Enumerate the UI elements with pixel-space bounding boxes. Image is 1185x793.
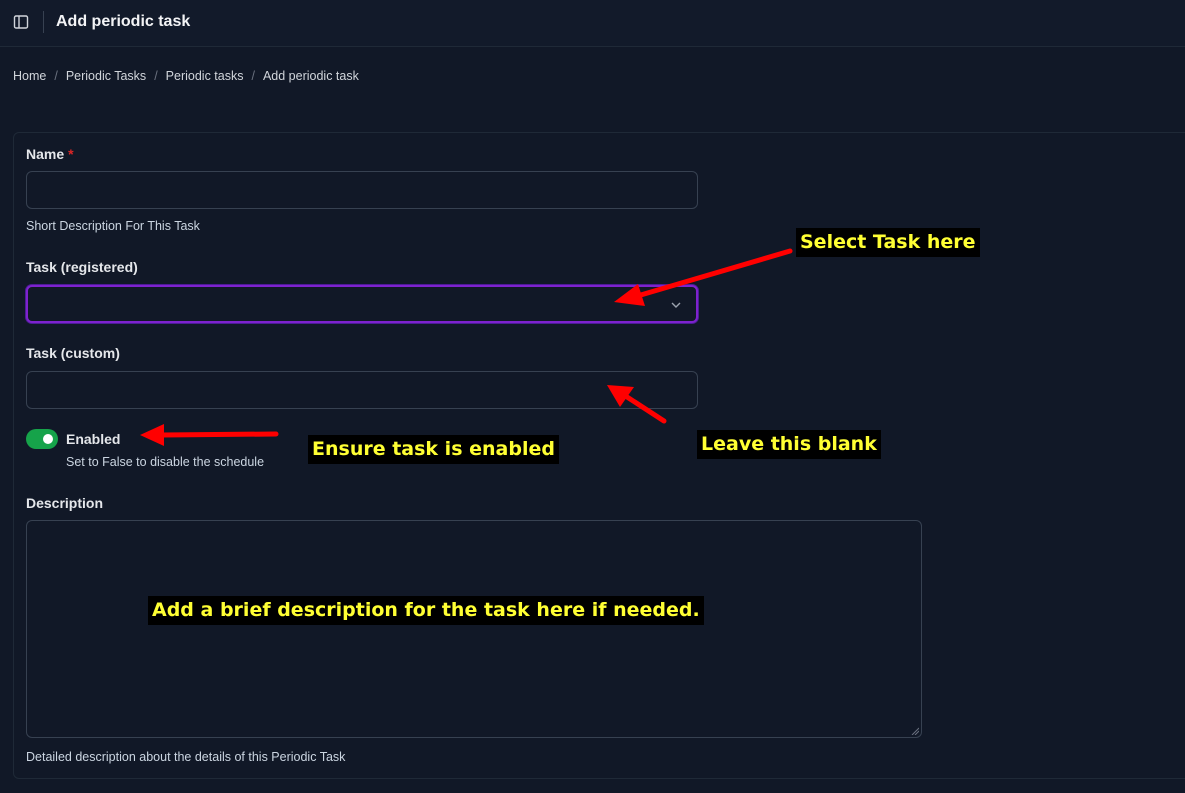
breadcrumb-separator: / xyxy=(54,69,58,83)
breadcrumb-periodic-tasks-list[interactable]: Periodic tasks xyxy=(166,69,244,83)
breadcrumb: Home / Periodic Tasks / Periodic tasks /… xyxy=(13,69,359,83)
description-label: Description xyxy=(26,495,104,511)
enabled-toggle[interactable] xyxy=(26,429,58,449)
breadcrumb-current: Add periodic task xyxy=(262,69,359,83)
breadcrumb-separator: / xyxy=(251,69,255,83)
annotation-ensure-enabled: Ensure task is enabled xyxy=(308,435,559,464)
annotation-description-hint: Add a brief description for the task her… xyxy=(148,596,704,625)
breadcrumb-home[interactable]: Home xyxy=(13,69,46,83)
chevron-down-icon xyxy=(671,302,681,308)
toggle-knob xyxy=(43,434,53,444)
breadcrumb-periodic-tasks-app[interactable]: Periodic Tasks xyxy=(66,69,146,83)
task-registered-select[interactable] xyxy=(26,285,698,323)
required-marker: * xyxy=(68,146,74,162)
description-textarea[interactable] xyxy=(26,520,922,738)
resize-grip-icon[interactable] xyxy=(911,727,919,735)
sidebar-panel-icon[interactable] xyxy=(13,14,29,30)
name-input[interactable] xyxy=(26,171,698,209)
name-label: Name * xyxy=(26,146,74,162)
task-custom-label: Task (custom) xyxy=(26,345,120,361)
enabled-label: Enabled xyxy=(66,431,121,447)
page-title: Add periodic task xyxy=(56,13,191,30)
top-bar: Add periodic task xyxy=(0,0,1185,47)
enabled-help-text: Set to False to disable the schedule xyxy=(66,455,265,469)
annotation-select-task: Select Task here xyxy=(796,228,980,257)
annotation-leave-blank: Leave this blank xyxy=(697,430,881,459)
task-registered-label: Task (registered) xyxy=(26,259,138,275)
name-label-text: Name xyxy=(26,146,65,162)
topbar-divider xyxy=(43,11,44,33)
breadcrumb-separator: / xyxy=(154,69,158,83)
description-help-text: Detailed description about the details o… xyxy=(26,750,346,764)
task-custom-input[interactable] xyxy=(26,371,698,409)
name-help-text: Short Description For This Task xyxy=(26,219,200,233)
